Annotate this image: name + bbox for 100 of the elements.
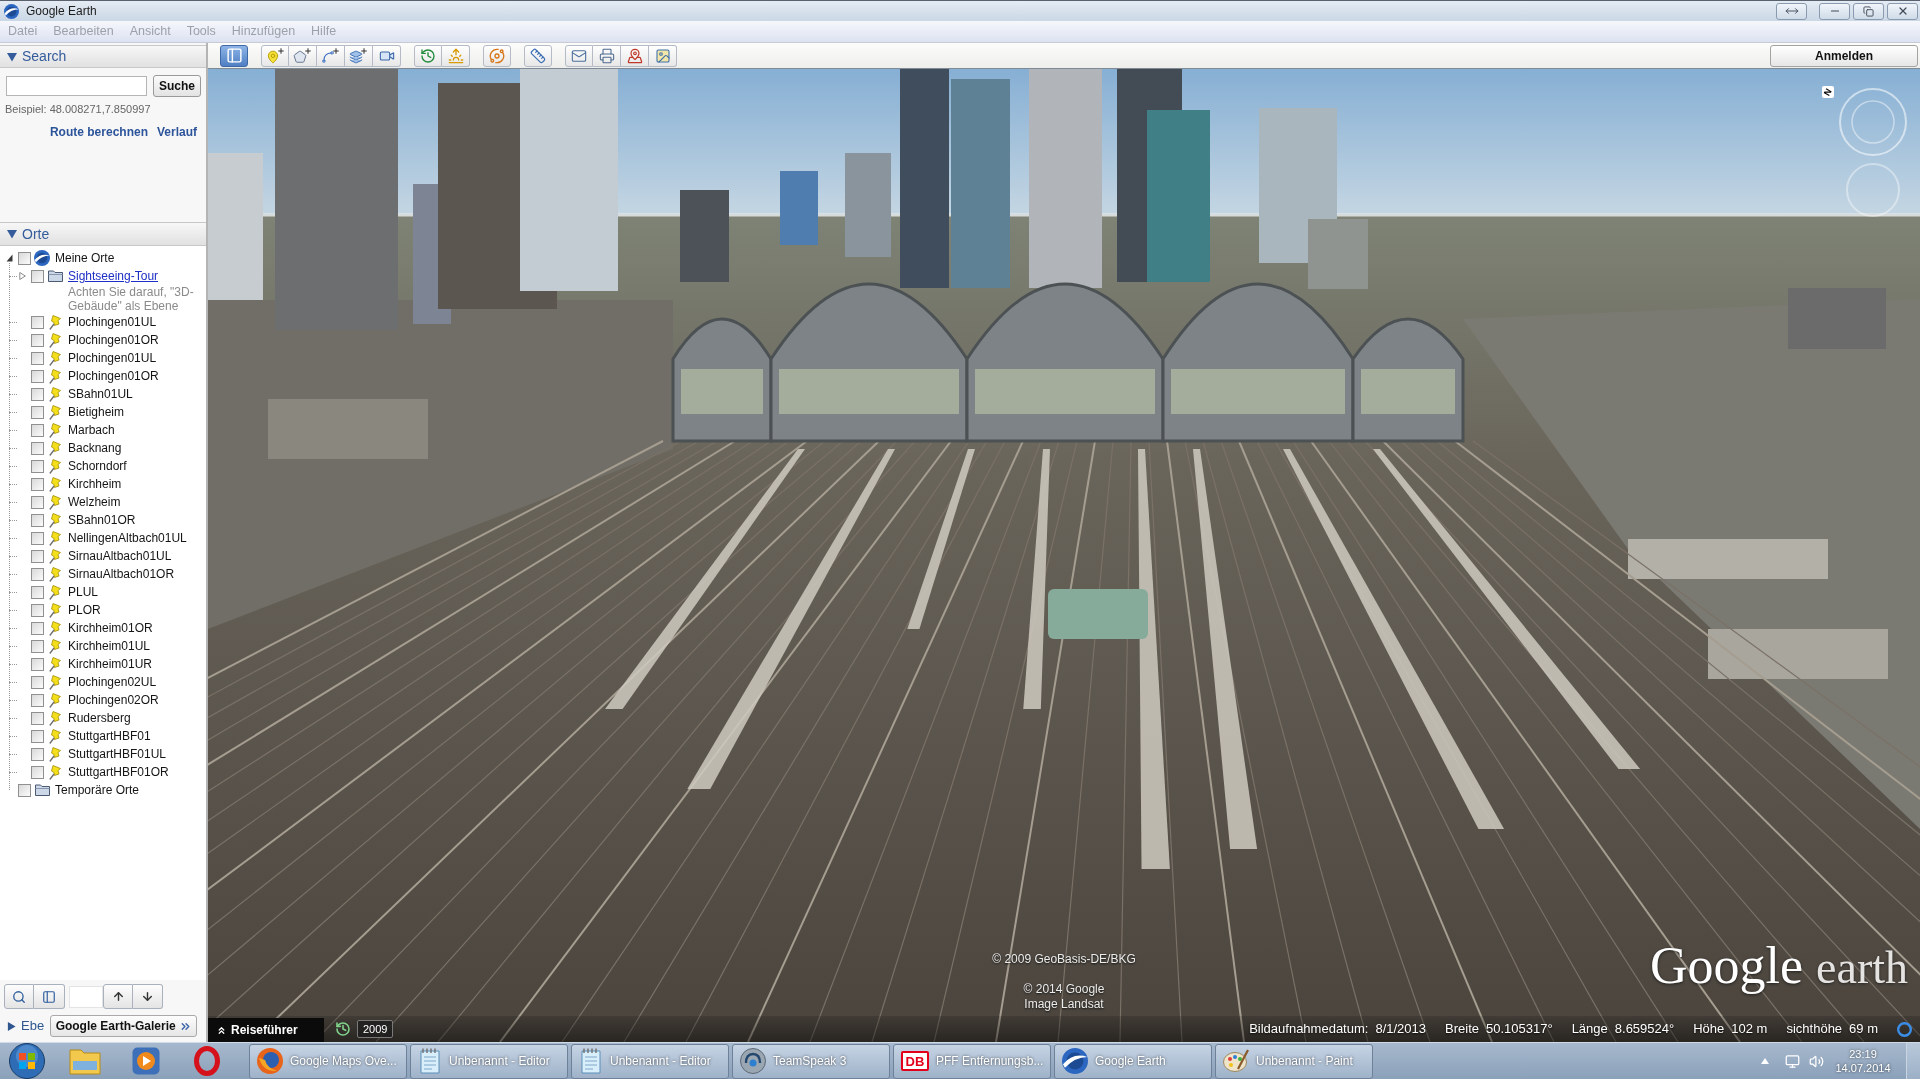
section-header[interactable]: Orte <box>0 222 206 246</box>
place-name[interactable]: NellingenAltbach01UL <box>68 530 187 546</box>
minimize-button[interactable] <box>1819 2 1850 20</box>
record-tour-button[interactable] <box>373 44 401 67</box>
sidebar-toggle-button[interactable] <box>220 44 248 67</box>
place-name[interactable]: Rudersberg <box>68 710 131 726</box>
place-name[interactable]: Plochingen01OR <box>68 368 159 384</box>
link[interactable]: Verlauf <box>156 123 197 141</box>
panel-button[interactable] <box>34 984 65 1009</box>
search-field[interactable] <box>6 76 147 96</box>
checkbox[interactable] <box>31 495 44 509</box>
place-name[interactable]: Plochingen02UL <box>68 674 157 690</box>
checkbox[interactable] <box>31 747 44 761</box>
place-name[interactable]: Marbach <box>68 422 115 438</box>
sign-in-button[interactable]: Anmelden <box>1770 44 1918 67</box>
checkbox[interactable] <box>31 477 44 491</box>
place-name[interactable]: StuttgartHBF01 <box>68 728 151 744</box>
view-in-maps-button[interactable] <box>621 44 649 67</box>
place-name[interactable]: SBahn01OR <box>68 512 136 528</box>
checkbox[interactable] <box>31 729 44 743</box>
checkbox[interactable] <box>31 603 44 617</box>
add-image-overlay-button[interactable] <box>345 44 373 67</box>
fullscreen-button[interactable] <box>1776 2 1807 20</box>
ruler-button[interactable] <box>524 44 552 67</box>
print-button[interactable] <box>593 44 621 67</box>
checkbox[interactable] <box>31 639 44 653</box>
link[interactable]: Route berechnen <box>49 123 148 141</box>
checkbox[interactable] <box>31 765 44 779</box>
section-header[interactable]: Search <box>0 45 206 68</box>
place-name[interactable]: Plochingen02OR <box>68 692 159 708</box>
tour-guide-tab[interactable]: Reiseführer <box>208 1018 324 1042</box>
email-button[interactable] <box>565 44 593 67</box>
restore-button[interactable] <box>1853 2 1884 20</box>
place-name[interactable]: Plochingen01OR <box>68 332 159 348</box>
tour-link[interactable]: Sightseeing-Tour <box>68 268 159 284</box>
checkbox[interactable] <box>31 315 44 329</box>
section-header[interactable]: Ebe <box>7 1016 45 1036</box>
place-name[interactable]: SirnauAltbach01OR <box>68 566 175 582</box>
switch-planet-button[interactable] <box>483 44 511 67</box>
checkbox[interactable] <box>31 693 44 707</box>
up-triangle-icon[interactable] <box>1761 1058 1769 1064</box>
place-name[interactable]: Plochingen01UL <box>68 314 157 330</box>
checkbox[interactable] <box>31 675 44 689</box>
checkbox[interactable] <box>31 405 44 419</box>
year-badge[interactable]: 2009 <box>357 1020 394 1038</box>
place-name[interactable]: Plochingen01UL <box>68 350 157 366</box>
move-up-button[interactable] <box>103 984 133 1009</box>
search-button[interactable]: Suche <box>153 75 201 97</box>
historical-imagery-button[interactable] <box>414 44 442 67</box>
clock-arrow-icon[interactable] <box>335 1021 351 1037</box>
checkbox[interactable] <box>31 567 44 581</box>
search-button[interactable] <box>4 984 34 1009</box>
checkbox[interactable] <box>31 351 44 365</box>
gallery-button[interactable]: Google Earth-Galerie <box>50 1015 198 1037</box>
place-name[interactable]: Meine Orte <box>55 250 115 266</box>
checkbox[interactable] <box>18 783 31 797</box>
checkbox[interactable] <box>31 531 44 545</box>
sunlight-button[interactable] <box>442 44 470 67</box>
place-name[interactable]: PLOR <box>68 602 101 618</box>
checkbox[interactable] <box>31 269 44 283</box>
monitor-icon[interactable] <box>1785 1053 1800 1069</box>
add-polygon-button[interactable] <box>289 44 317 67</box>
place-name[interactable]: Kirchheim01OR <box>68 620 153 636</box>
expanded-triangle-icon[interactable] <box>5 254 13 262</box>
close-button[interactable] <box>1887 2 1918 20</box>
place-name[interactable]: StuttgartHBF01OR <box>68 764 169 780</box>
place-name[interactable]: Schorndorf <box>68 458 127 474</box>
place-name[interactable]: SirnauAltbach01UL <box>68 548 172 564</box>
collapsed-triangle-icon[interactable] <box>18 272 26 280</box>
checkbox[interactable] <box>31 441 44 455</box>
navigation-ring-icon[interactable] <box>1839 88 1907 156</box>
checkbox[interactable] <box>31 459 44 473</box>
add-placemark-button[interactable] <box>261 44 289 67</box>
checkbox[interactable] <box>31 333 44 347</box>
compass-north-label[interactable]: N <box>1822 86 1834 98</box>
checkbox[interactable] <box>31 621 44 635</box>
speaker-icon[interactable] <box>1809 1053 1824 1069</box>
checkbox[interactable] <box>31 549 44 563</box>
place-name[interactable]: Kirchheim01UR <box>68 656 153 672</box>
place-name[interactable]: Kirchheim <box>68 476 122 492</box>
place-name[interactable]: Bietigheim <box>68 404 125 420</box>
place-name[interactable]: Backnang <box>68 440 122 456</box>
place-name[interactable]: StuttgartHBF01UL <box>68 746 167 762</box>
save-image-button[interactable] <box>649 44 677 67</box>
taskbar-button[interactable]: DB PFF Entfernungsb... <box>893 1043 1051 1079</box>
place-name[interactable]: Kirchheim01UL <box>68 638 151 654</box>
place-name[interactable]: SBahn01UL <box>68 386 133 402</box>
checkbox[interactable] <box>31 387 44 401</box>
checkbox[interactable] <box>31 711 44 725</box>
add-path-button[interactable] <box>317 44 345 67</box>
checkbox[interactable] <box>31 513 44 527</box>
checkbox[interactable] <box>31 585 44 599</box>
place-name[interactable]: PLUL <box>68 584 99 600</box>
place-name[interactable]: Welzheim <box>68 494 121 510</box>
move-down-button[interactable] <box>133 984 163 1009</box>
input-field[interactable] <box>69 985 103 1008</box>
checkbox[interactable] <box>18 251 31 265</box>
checkbox[interactable] <box>31 657 44 671</box>
checkbox[interactable] <box>31 369 44 383</box>
place-name[interactable]: Temporäre Orte <box>55 782 140 798</box>
